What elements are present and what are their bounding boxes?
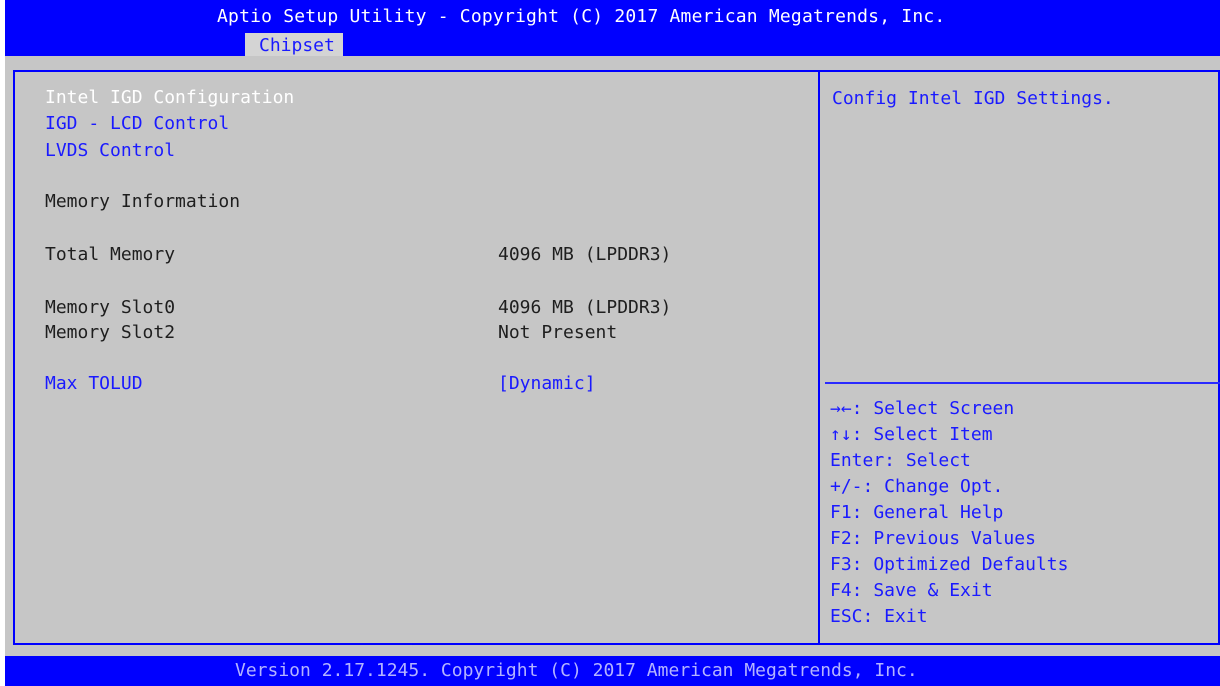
- footer-bar: Version 2.17.1245. Copyright (C) 2017 Am…: [5, 656, 1220, 686]
- frame-tick: [13, 220, 15, 232]
- frame-tick: [13, 120, 15, 132]
- frame-tick: [13, 456, 15, 468]
- max-tolud-label[interactable]: Max TOLUD: [45, 371, 143, 397]
- help-description: Config Intel IGD Settings.: [832, 88, 1114, 109]
- max-tolud-value[interactable]: [Dynamic]: [498, 371, 596, 397]
- main-panel: Intel IGD Configuration IGD - LCD Contro…: [5, 56, 1220, 656]
- frame-tick: [13, 606, 15, 618]
- memory-slot0-value: 4096 MB (LPDDR3): [498, 297, 672, 318]
- key-select-item: ↑↓: Select Item: [830, 424, 993, 445]
- key-save-exit: F4: Save & Exit: [830, 580, 993, 601]
- frame-tick: [13, 556, 15, 568]
- memory-slot2-label: Memory Slot2: [45, 322, 176, 343]
- title-bar: Aptio Setup Utility - Copyright (C) 2017…: [5, 0, 1220, 58]
- app-title: Aptio Setup Utility - Copyright (C) 2017…: [217, 6, 946, 27]
- frame-tick: [13, 506, 15, 518]
- help-separator: [825, 382, 1220, 384]
- key-legend: →←: Select Screen ↑↓: Select Item Enter:…: [830, 396, 1068, 630]
- key-enter-select: Enter: Select: [830, 450, 971, 471]
- key-change-opt: +/-: Change Opt.: [830, 476, 1004, 497]
- memory-information-heading: Memory Information: [45, 191, 241, 212]
- key-previous-values: F2: Previous Values: [830, 528, 1036, 549]
- frame-tick: [13, 406, 15, 418]
- frame-tick: [13, 346, 15, 358]
- key-select-screen: →←: Select Screen: [830, 398, 1015, 419]
- memory-slot0-label: Memory Slot0: [45, 297, 176, 318]
- key-esc-exit: ESC: Exit: [830, 606, 928, 627]
- frame-tick: [13, 286, 15, 298]
- total-memory-value: 4096 MB (LPDDR3): [498, 244, 672, 265]
- menu-item-intel-igd-configuration[interactable]: Intel IGD Configuration: [45, 85, 294, 111]
- key-general-help: F1: General Help: [830, 502, 1004, 523]
- key-optimized-defaults: F3: Optimized Defaults: [830, 554, 1069, 575]
- menu-item-igd-lcd-control[interactable]: IGD - LCD Control: [45, 111, 229, 137]
- frame-tick: [13, 170, 15, 182]
- tab-chipset[interactable]: Chipset: [245, 33, 343, 58]
- panel-divider: [818, 70, 820, 645]
- memory-slot2-value: Not Present: [498, 322, 618, 343]
- menu-item-lvds-control[interactable]: LVDS Control: [45, 138, 175, 164]
- total-memory-label: Total Memory: [45, 244, 176, 265]
- version-text: Version 2.17.1245. Copyright (C) 2017 Am…: [235, 660, 918, 681]
